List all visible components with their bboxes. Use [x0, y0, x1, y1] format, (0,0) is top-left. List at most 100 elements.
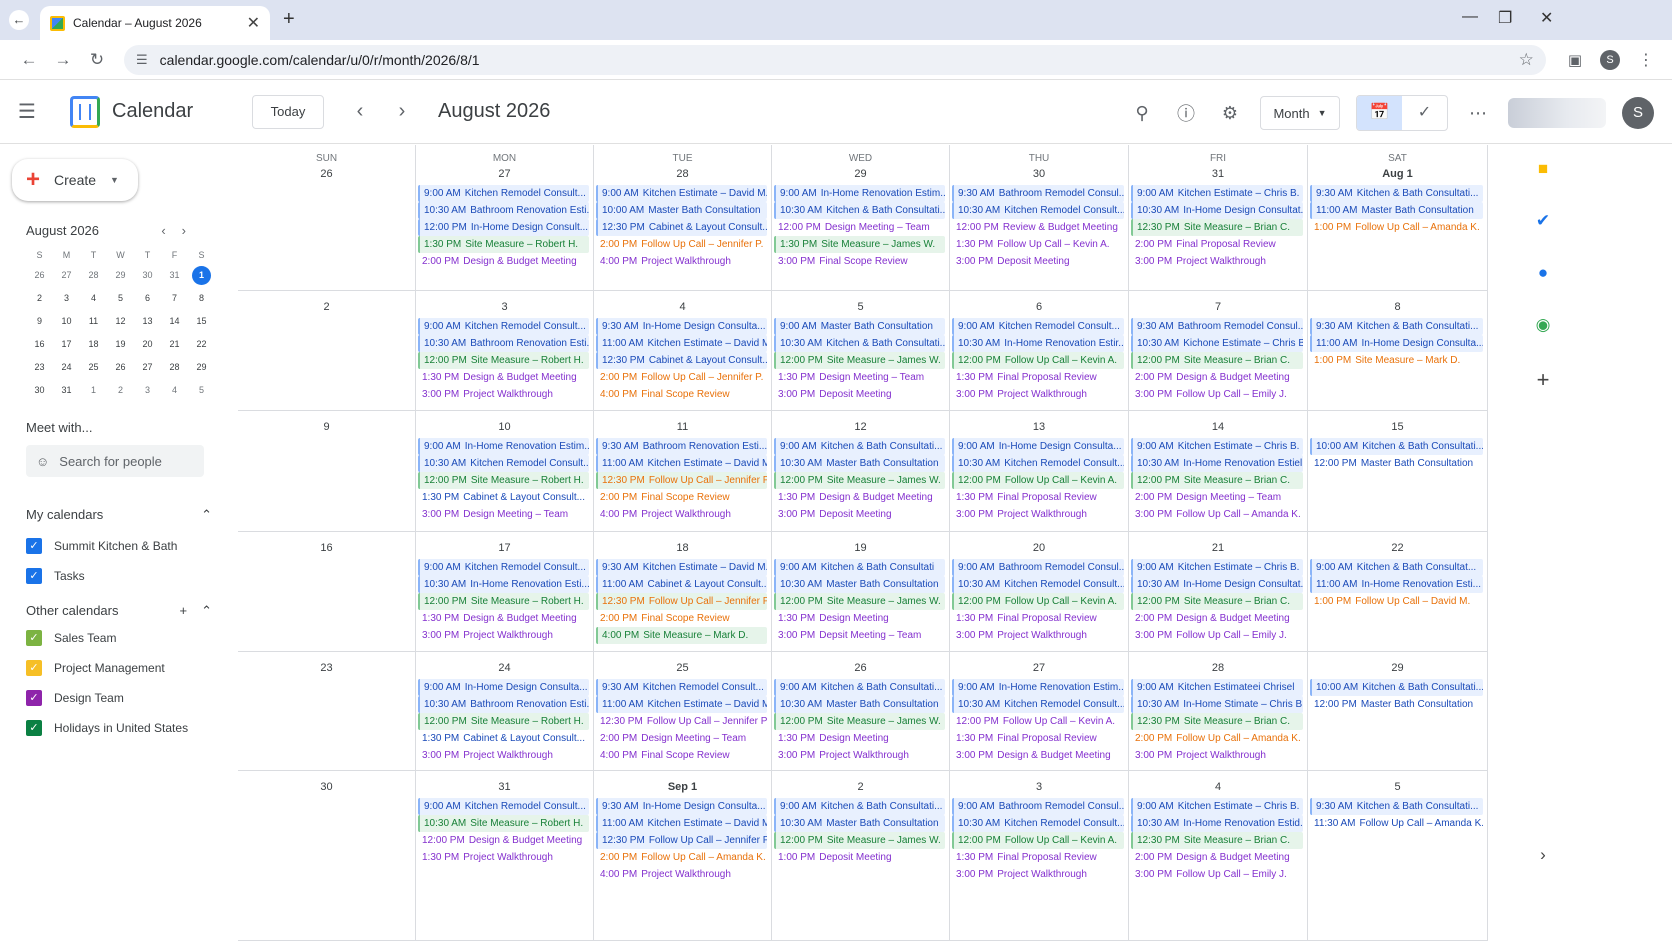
- event-chip[interactable]: 10:30 AM In-Home Design Consultat...: [1131, 202, 1303, 219]
- event-chip[interactable]: 4:00 PM Final Scope Review: [596, 747, 767, 764]
- day-cell[interactable]: SUN 26: [238, 145, 416, 291]
- event-chip[interactable]: 3:00 PM Follow Up Call – Emily J.: [1131, 866, 1303, 883]
- day-cell[interactable]: 23: [238, 652, 416, 771]
- event-chip[interactable]: 12:30 PM Follow Up Call – Jennifer P.: [596, 593, 767, 610]
- event-chip[interactable]: 12:00 PM Site Measure – James W.: [774, 713, 945, 730]
- add-calendar-icon[interactable]: +: [180, 603, 188, 618]
- mini-day[interactable]: 29: [188, 358, 215, 377]
- settings-gear-icon[interactable]: ⚙: [1216, 103, 1244, 124]
- day-number[interactable]: 29: [772, 166, 949, 182]
- day-cell[interactable]: FRI 31 9:00 AM Kitchen Estimate – Chris B. 1…: [1129, 145, 1308, 291]
- day-number[interactable]: 4: [594, 299, 771, 315]
- day-cell[interactable]: 14 9:00 AM Kitchen Estimate – Chris B. 10:3…: [1129, 411, 1308, 532]
- event-chip[interactable]: 12:30 PM Site Measure – Brian C.: [1131, 832, 1303, 849]
- event-chip[interactable]: 2:00 PM Design Meeting – Team: [1131, 489, 1303, 506]
- day-number[interactable]: 15: [1308, 419, 1487, 435]
- event-chip[interactable]: 9:30 AM Kitchen Remodel Consult...: [596, 679, 767, 696]
- day-number[interactable]: Sep 1: [594, 779, 771, 795]
- event-chip[interactable]: 1:00 PM Site Measure – Mark D.: [1310, 352, 1483, 369]
- search-icon[interactable]: ⚲: [1128, 103, 1156, 124]
- day-number[interactable]: 31: [1129, 166, 1307, 182]
- other-calendars-heading[interactable]: Other calendars + ⌃: [12, 603, 212, 619]
- event-chip[interactable]: 10:30 AM Master Bath Consultation: [774, 815, 945, 832]
- mini-day[interactable]: 31: [161, 266, 188, 285]
- day-cell[interactable]: 19 9:00 AM Kitchen & Bath Consultati 10:30 …: [772, 532, 950, 652]
- event-chip[interactable]: 4:00 PM Final Scope Review: [596, 386, 767, 403]
- mini-day[interactable]: 26: [107, 358, 134, 377]
- day-cell[interactable]: SAT Aug 1 9:30 AM Kitchen & Bath Consultati…: [1308, 145, 1488, 291]
- calendar-list-item[interactable]: ✓ Tasks: [12, 561, 238, 591]
- event-chip[interactable]: 10:30 AM Kitchen Remodel Consult...: [952, 455, 1124, 472]
- mini-day[interactable]: 24: [53, 358, 80, 377]
- day-cell[interactable]: 29 10:00 AM Kitchen & Bath Consultati... 12…: [1308, 652, 1488, 771]
- mini-day[interactable]: 3: [134, 381, 161, 400]
- day-cell[interactable]: 24 9:00 AM In-Home Design Consulta... 10:30…: [416, 652, 594, 771]
- extensions-icon[interactable]: ▣: [1568, 51, 1582, 69]
- day-cell[interactable]: 20 9:00 AM Bathroom Remodel Consul... 10:30…: [950, 532, 1129, 652]
- event-chip[interactable]: 10:30 AM Kichone Estimate – Chris B.: [1131, 335, 1303, 352]
- event-chip[interactable]: 9:00 AM Kitchen & Bath Consultati: [774, 559, 945, 576]
- event-chip[interactable]: 9:00 AM Kitchen & Bath Consultati...: [774, 798, 945, 815]
- browser-profile-avatar[interactable]: S: [1600, 49, 1620, 70]
- event-chip[interactable]: 1:30 PM Design & Budget Meeting: [774, 489, 945, 506]
- mini-day[interactable]: 8: [188, 289, 215, 308]
- mini-day[interactable]: 30: [26, 381, 53, 400]
- day-cell[interactable]: 6 9:00 AM Kitchen Remodel Consult... 10:30 …: [950, 291, 1129, 411]
- event-chip[interactable]: 1:30 PM Project Walkthrough: [418, 849, 589, 866]
- close-window-icon[interactable]: ✕: [1540, 8, 1553, 28]
- day-number[interactable]: 13: [950, 419, 1128, 435]
- event-chip[interactable]: 10:30 AM In-Home Renovation Estid...: [1131, 815, 1303, 832]
- event-chip[interactable]: 12:00 PM Master Bath Consultation: [1310, 455, 1483, 472]
- mini-day[interactable]: 13: [134, 312, 161, 331]
- event-chip[interactable]: 1:30 PM Design Meeting: [774, 730, 945, 747]
- forward-icon[interactable]: →: [46, 50, 80, 70]
- event-chip[interactable]: 1:30 PM Follow Up Call – Kevin A.: [952, 236, 1124, 253]
- event-chip[interactable]: 10:30 AM Kitchen & Bath Consultati...: [774, 335, 945, 352]
- day-number[interactable]: 8: [1308, 299, 1487, 315]
- event-chip[interactable]: 12:00 PM Follow Up Call – Kevin A.: [952, 832, 1124, 849]
- event-chip[interactable]: 3:00 PM Project Walkthrough: [952, 866, 1124, 883]
- event-chip[interactable]: 3:00 PM Project Walkthrough: [952, 506, 1124, 523]
- event-chip[interactable]: 2:00 PM Final Proposal Review: [1131, 236, 1303, 253]
- event-chip[interactable]: 11:00 AM Kitchen Estimate – David M.: [596, 335, 767, 352]
- event-chip[interactable]: 12:00 PM Review & Budget Meeting: [952, 219, 1124, 236]
- event-chip[interactable]: 10:30 AM Kitchen Remodel Consult...: [952, 696, 1124, 713]
- checkbox-icon[interactable]: ✓: [26, 568, 42, 584]
- checkbox-icon[interactable]: ✓: [26, 690, 42, 706]
- calendar-list-item[interactable]: ✓ Design Team: [12, 683, 238, 713]
- event-chip[interactable]: 2:00 PM Follow Up Call – Amanda K.: [596, 849, 767, 866]
- day-cell[interactable]: MON 27 9:00 AM Kitchen Remodel Consult... 10…: [416, 145, 594, 291]
- account-avatar[interactable]: S: [1622, 97, 1654, 129]
- day-number[interactable]: 19: [772, 540, 949, 556]
- mini-day[interactable]: 31: [53, 381, 80, 400]
- event-chip[interactable]: 1:00 PM Follow Up Call – David M.: [1310, 593, 1483, 610]
- day-number[interactable]: 25: [594, 660, 771, 676]
- mini-day[interactable]: 11: [80, 312, 107, 331]
- event-chip[interactable]: 9:30 AM Kitchen & Bath Consultati...: [1310, 798, 1483, 815]
- collapse-chevron-icon[interactable]: ⌃: [201, 603, 212, 618]
- day-cell[interactable]: 16: [238, 532, 416, 652]
- event-chip[interactable]: 3:00 PM Project Walkthrough: [418, 386, 589, 403]
- back-icon[interactable]: ←: [12, 50, 46, 70]
- day-number[interactable]: 28: [594, 166, 771, 182]
- mini-day[interactable]: 21: [161, 335, 188, 354]
- day-cell[interactable]: 7 9:30 AM Bathroom Remodel Consul... 10:30 …: [1129, 291, 1308, 411]
- create-button[interactable]: + Create ▼: [12, 159, 138, 201]
- event-chip[interactable]: 9:00 AM Bathroom Remodel Consul...: [952, 798, 1124, 815]
- day-cell[interactable]: 9: [238, 411, 416, 532]
- event-chip[interactable]: 3:00 PM Project Walkthrough: [1131, 253, 1303, 270]
- event-chip[interactable]: 12:00 PM Design & Budget Meeting: [418, 832, 589, 849]
- mini-day[interactable]: 23: [26, 358, 53, 377]
- day-number[interactable]: 9: [238, 419, 415, 435]
- event-chip[interactable]: 1:30 PM Design Meeting: [774, 610, 945, 627]
- day-cell[interactable]: 4 9:00 AM Kitchen Estimate – Chris B. 10:30…: [1129, 771, 1308, 941]
- event-chip[interactable]: 12:30 PM Cabinet & Layout Consult...: [596, 352, 767, 369]
- close-tab-icon[interactable]: ✕: [247, 13, 260, 33]
- day-cell[interactable]: Sep 1 9:30 AM In-Home Design Consulta... 11…: [594, 771, 772, 941]
- day-cell[interactable]: 30: [238, 771, 416, 941]
- day-number[interactable]: 17: [416, 540, 593, 556]
- event-chip[interactable]: 9:00 AM In-Home Renovation Estim...: [774, 185, 945, 202]
- event-chip[interactable]: 11:00 AM Cabinet & Layout Consult...: [596, 576, 767, 593]
- event-chip[interactable]: 1:30 PM Design Meeting – Team: [774, 369, 945, 386]
- event-chip[interactable]: 3:00 PM Deposit Meeting: [774, 386, 945, 403]
